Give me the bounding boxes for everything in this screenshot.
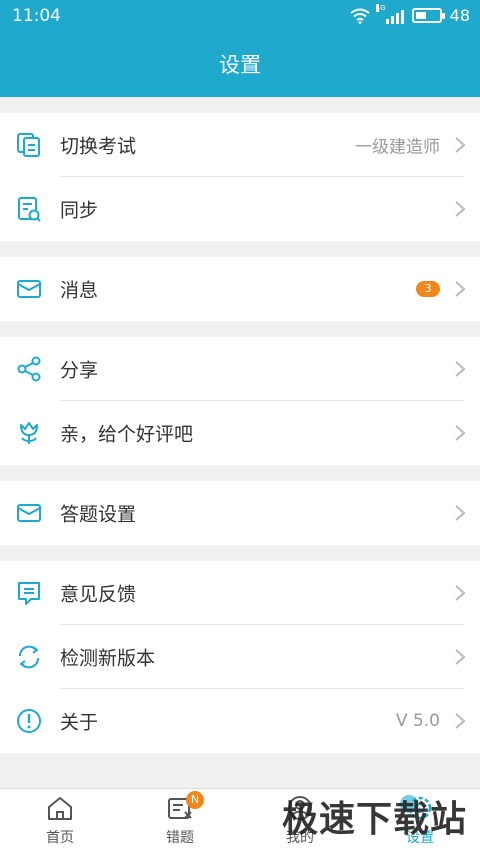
chevron-right-icon bbox=[455, 137, 466, 153]
feedback-icon bbox=[18, 582, 40, 605]
new-badge: N bbox=[186, 791, 204, 809]
status-time: 11:04 bbox=[12, 6, 61, 26]
tab-label: 错题 bbox=[166, 830, 194, 846]
chevron-right-icon bbox=[455, 201, 466, 217]
row-label: 检测新版本 bbox=[60, 647, 156, 670]
version-value: V 5.0 bbox=[395, 711, 440, 731]
settings-group-social: 分享 亲，给个好评吧 bbox=[0, 337, 480, 465]
unread-badge: 3 bbox=[416, 281, 440, 297]
row-rate-app[interactable]: 亲，给个好评吧 bbox=[0, 401, 480, 465]
row-answer-settings[interactable]: 答题设置 bbox=[0, 481, 480, 545]
battery-percent: 48 bbox=[449, 6, 470, 25]
settings-group-answer: 答题设置 bbox=[0, 481, 480, 545]
settings-group-exam: 切换考试 一级建造师 同步 bbox=[0, 113, 480, 241]
chevron-right-icon bbox=[455, 505, 466, 521]
sync-doc-icon bbox=[18, 197, 41, 222]
row-label: 分享 bbox=[60, 359, 99, 382]
settings-group-misc: 意见反馈 检测新版本 关于 V 5.0 bbox=[0, 561, 480, 753]
row-label: 同步 bbox=[60, 199, 99, 222]
row-label: 意见反馈 bbox=[60, 583, 137, 606]
row-switch-exam[interactable]: 切换考试 一级建造师 bbox=[0, 113, 480, 177]
settings-group-messages: 消息 3 bbox=[0, 257, 480, 321]
tab-label: 首页 bbox=[46, 830, 74, 846]
row-label: 切换考试 bbox=[60, 135, 137, 158]
tab-home[interactable]: 首页 bbox=[0, 789, 120, 853]
app-bar: 设置 bbox=[0, 34, 480, 97]
network-type: 4G bbox=[375, 3, 386, 12]
chevron-right-icon bbox=[455, 281, 466, 297]
tab-wrong-questions[interactable]: N 错题 bbox=[120, 789, 240, 853]
row-messages[interactable]: 消息 3 bbox=[0, 257, 480, 321]
refresh-icon bbox=[18, 645, 40, 669]
current-exam-value: 一级建造师 bbox=[355, 137, 440, 158]
battery-icon bbox=[411, 8, 445, 23]
signal-icon: 4G bbox=[375, 3, 404, 24]
row-label: 亲，给个好评吧 bbox=[60, 423, 194, 446]
row-sync[interactable]: 同步 bbox=[0, 177, 480, 241]
wifi-icon bbox=[350, 8, 370, 24]
row-label: 关于 bbox=[60, 711, 99, 734]
mail-icon bbox=[17, 504, 41, 522]
flower-icon bbox=[20, 422, 38, 444]
home-icon bbox=[48, 797, 72, 820]
chevron-right-icon bbox=[455, 425, 466, 441]
status-bar: 11:04 4G 48 bbox=[0, 0, 480, 34]
row-label: 答题设置 bbox=[60, 503, 137, 526]
chevron-right-icon bbox=[455, 713, 466, 729]
row-feedback[interactable]: 意见反馈 bbox=[0, 561, 480, 625]
chevron-right-icon bbox=[455, 649, 466, 665]
chevron-right-icon bbox=[455, 585, 466, 601]
battery-fill bbox=[415, 12, 427, 19]
status-icons: 4G 48 bbox=[350, 3, 470, 25]
mail-icon bbox=[17, 280, 41, 298]
row-about[interactable]: 关于 V 5.0 bbox=[0, 689, 480, 753]
page-title: 设置 bbox=[219, 53, 261, 77]
row-label: 消息 bbox=[60, 279, 99, 302]
watermark: 极速下载站 bbox=[282, 799, 468, 840]
row-check-update[interactable]: 检测新版本 bbox=[0, 625, 480, 689]
chevron-right-icon bbox=[455, 361, 466, 377]
switch-exam-icon bbox=[17, 133, 40, 157]
row-share[interactable]: 分享 bbox=[0, 337, 480, 401]
share-icon bbox=[17, 356, 41, 382]
info-icon bbox=[17, 709, 41, 733]
